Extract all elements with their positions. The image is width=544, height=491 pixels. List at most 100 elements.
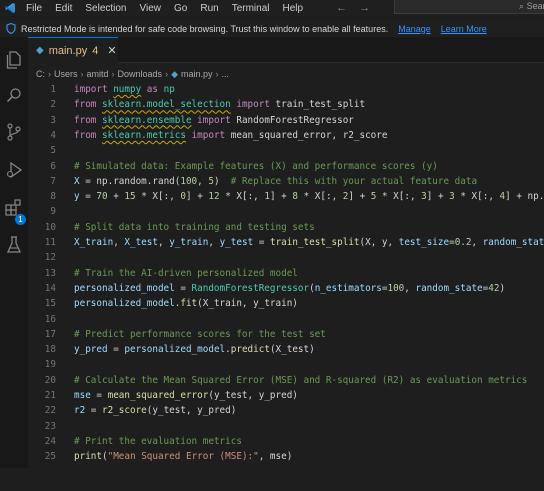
code-token: import [74,84,114,95]
breadcrumb-amitd[interactable]: amitd [87,69,109,79]
python-file-icon: ◆ [36,45,44,56]
breadcrumb-drive[interactable]: C: [36,69,45,79]
code-token: X_test [124,237,158,248]
code-line[interactable]: 21 mse = mean_squared_error(y_test, y_pre… [28,388,544,403]
search-icon[interactable] [4,84,24,106]
line-number: 20 [44,374,56,386]
line-code: y_pred = personalized_model.predict(X_te… [56,344,315,355]
learn-more-link[interactable]: Learn More [441,24,487,34]
code-token: mse [74,390,91,401]
code-token: from [74,114,102,126]
code-line[interactable]: 2 from sklearn.model_selection import tra… [28,97,544,112]
code-line[interactable]: 18 y_pred = personalized_model.predict(X_… [28,342,544,357]
code-line[interactable]: 10 # Split data into training and testing… [28,220,544,235]
line-code: # Train the AI-driven personalized model [56,268,298,279]
code-line[interactable]: 22 r2 = r2_score(y_test, y_pred) [28,403,544,418]
line-code: # Calculate the Mean Squared Error (MSE)… [56,375,527,386]
menu-go[interactable]: Go [168,3,194,14]
code-line[interactable]: 17 # Predict performance scores for the t… [28,327,544,342]
code-token: sklearn.ensemble [102,114,192,126]
code-token: * X[:, [376,191,422,203]
breadcrumb-symbols[interactable]: ... [222,69,230,79]
code-token: (X_test) [269,344,315,356]
manage-link[interactable]: Manage [398,24,431,34]
code-token: = [85,405,102,417]
code-line[interactable]: 8y = 70 + 15 * X[:, 0] + 12 * X[:, 1] + … [28,189,544,204]
code-line[interactable]: 1 import numpy as np [28,82,544,97]
breadcrumb: C: › Users › amitd › Downloads › ◆ main.py › .… [36,67,229,81]
code-token: personalized_model [74,282,175,294]
line-number: 4 [50,129,56,141]
code-token: = [174,282,192,294]
code-line[interactable]: 6 # Simulated data: Example features (X) … [28,159,544,174]
code-line[interactable]: 24 # Print the evaluation metrics [28,434,544,449]
code-line[interactable]: 19 [28,357,544,372]
code-line[interactable]: 16 [28,312,544,327]
code-line[interactable]: 15 personalized_model.fit(X_train, y_trai… [28,296,544,311]
code-line[interactable]: 3 from sklearn.ensemble import RandomFore… [28,113,544,128]
code-token: * X[:, [135,191,181,203]
code-token: as [146,84,164,95]
code-token: ] + [348,191,371,203]
code-editor[interactable]: 1 import numpy as np 2 from sklearn.model_s… [28,82,544,462]
code-token: from [74,129,102,141]
line-code: personalized_model = RandomForestRegress… [56,283,505,294]
code-token: (y_test, y_pred) [146,405,237,417]
line-number: 9 [50,206,56,218]
code-token: # Predict performance scores for the tes… [74,328,326,340]
line-number: 10 [44,221,56,233]
code-token: random_state [482,237,544,248]
code-line[interactable]: 12 [28,250,544,265]
code-line[interactable]: 20 # Calculate the Mean Squared Error (MS… [28,373,544,388]
run-debug-icon[interactable] [4,159,24,181]
explorer-icon[interactable] [4,49,24,71]
code-token: y_train [169,237,209,248]
menu-terminal[interactable]: Terminal [226,3,277,14]
code-token: # Calculate the Mean Squared Error (MSE)… [74,374,528,386]
code-token: y_pred [74,344,108,356]
code-line[interactable]: 13 # Train the AI-driven personalized mod… [28,266,544,281]
breadcrumb-users[interactable]: Users [54,69,78,79]
forward-arrow-icon[interactable]: → [359,2,370,14]
code-token: # Simulated data: Example features (X) a… [74,160,438,172]
code-line[interactable]: 11 X_train, X_test, y_train, y_test = tra… [28,235,544,250]
breadcrumb-file[interactable]: main.py [181,69,213,79]
testing-flask-icon[interactable] [4,234,24,256]
back-arrow-icon[interactable]: ← [336,2,347,14]
search-text: Search [526,1,544,11]
code-token: # Replace this with your actual feature … [230,175,478,187]
menu-run[interactable]: Run [194,3,225,14]
code-token: "Mean Squared Error (MSE):" [107,451,259,462]
code-token: , mse) [258,451,293,462]
code-token: import [185,129,231,141]
command-center-search[interactable]: ⌕ Search [394,0,544,14]
code-line[interactable]: 25 print("Mean Squared Error (MSE):", mse… [28,449,544,462]
code-token: from [74,99,102,111]
search-label: ⌕ Search [519,1,544,12]
line-number: 21 [44,390,56,401]
tab-main-py[interactable]: ◆ main.py 4 ✕ [28,37,118,63]
menu-help[interactable]: Help [277,3,311,14]
code-line[interactable]: 23 [28,419,544,434]
menu-file[interactable]: File [20,3,49,14]
code-line[interactable]: 9 [28,204,544,219]
menu-view[interactable]: View [134,3,169,14]
code-line[interactable]: 7X = np.random.rand(100, 5) # Replace th… [28,174,544,189]
menu-selection[interactable]: Selection [79,3,133,14]
code-token: , [404,282,416,294]
code-token: RandomForestRegressor [236,114,354,126]
source-control-icon[interactable] [4,121,24,143]
code-line[interactable]: 4 from sklearn.metrics import mean_square… [28,128,544,143]
line-number: 11 [44,237,56,248]
code-token: np [163,84,175,95]
code-token: 12 [208,191,220,203]
code-token: sklearn.metrics [102,129,186,141]
code-token: RandomForestRegressor [191,282,310,294]
breadcrumb-downloads[interactable]: Downloads [118,69,163,79]
code-line[interactable]: 5 [28,143,544,158]
code-token: mean_squared_error [107,390,209,401]
menu-edit[interactable]: Edit [49,3,79,14]
code-line[interactable]: 14 personalized_model = RandomForestRegre… [28,281,544,296]
close-icon[interactable]: ✕ [107,44,116,57]
code-token: fit [180,298,198,310]
